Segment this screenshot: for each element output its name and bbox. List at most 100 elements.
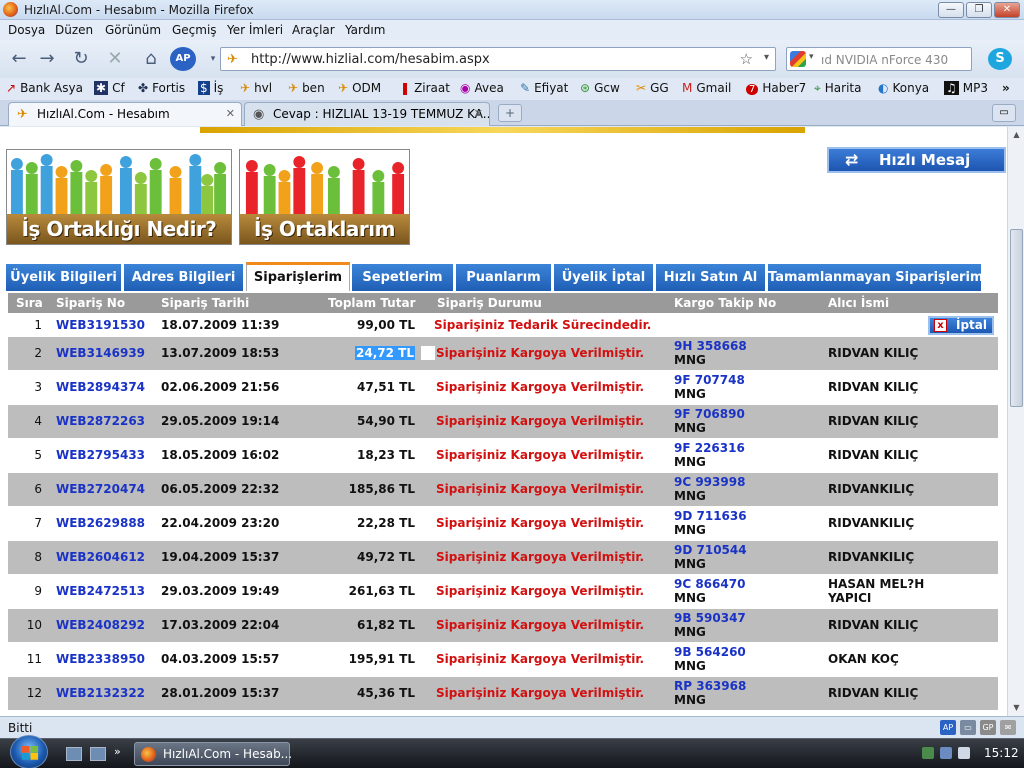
skype-icon[interactable]: S (988, 48, 1012, 70)
tab-puanlarim[interactable]: Puanlarım (456, 264, 552, 291)
bookmark-item[interactable]: $ İş (198, 81, 223, 95)
tracking-number-link[interactable]: 9C 866470 (674, 577, 745, 591)
tracking-number-link[interactable]: 9D 710544 (674, 543, 747, 557)
quicklaunch-overflow-icon[interactable]: » (114, 745, 121, 758)
menu-gorunum[interactable]: Görünüm (105, 23, 161, 37)
tab-siparislerim[interactable]: Siparişlerim (246, 262, 350, 291)
tab-cevap[interactable]: ◉ Cevap : HIZLIAL 13-19 TEMMUZ KA... ✕ (244, 102, 490, 126)
bookmark-item[interactable]: ✎ Efiyat (520, 81, 568, 95)
tracking-number-link[interactable]: 9B 590347 (674, 611, 746, 625)
bookmark-item[interactable]: ↗ Bank Asya (6, 81, 83, 95)
back-arrow-icon[interactable]: ← (6, 46, 32, 72)
bookmark-item[interactable]: ✈ ODM (338, 81, 381, 95)
close-window-button[interactable]: ✕ (994, 2, 1020, 18)
google-icon[interactable] (790, 51, 806, 67)
order-number-link[interactable]: WEB2872263 (56, 414, 145, 428)
url-text[interactable]: http://www.hizlial.com/hesabim.aspx (251, 52, 490, 67)
tracking-number-link[interactable]: RP 363968 (674, 679, 746, 693)
url-bar[interactable]: ✈ http://www.hizlial.com/hesabim.aspx ☆ … (220, 47, 776, 71)
stop-icon[interactable]: ✕ (102, 46, 128, 72)
menu-duzen[interactable]: Düzen (55, 23, 93, 37)
order-number-link[interactable]: WEB2408292 (56, 618, 145, 632)
bookmark-item[interactable]: ◐ Konya (878, 81, 929, 95)
order-number-link[interactable]: WEB2338950 (56, 652, 145, 666)
menu-gecmis[interactable]: Geçmiş (172, 23, 217, 37)
tab-tamamlanmayan-siparislerim[interactable]: Tamamlanmayan Siparişlerim (768, 264, 983, 291)
url-dropdown-icon[interactable]: ▾ (764, 52, 769, 63)
tab-close-icon[interactable]: ✕ (474, 107, 483, 120)
is-ortaklarim-banner[interactable]: İş Ortaklarım (239, 149, 410, 245)
menu-yer-imleri[interactable]: Yer İmleri (227, 23, 283, 37)
tab-close-icon[interactable]: ✕ (226, 107, 235, 120)
home-icon[interactable]: ⌂ (138, 46, 164, 72)
menu-araclar[interactable]: Araçlar (292, 23, 335, 37)
order-number-link[interactable]: WEB2132322 (56, 686, 145, 700)
order-number-link[interactable]: WEB2629888 (56, 516, 145, 530)
tab-uyelik-iptal[interactable]: Üyelik İptal (554, 264, 654, 291)
volume-icon[interactable] (958, 747, 970, 759)
tracking-number-link[interactable]: 9C 993998 (674, 475, 745, 489)
start-button[interactable] (10, 735, 48, 768)
tracking-number-link[interactable]: 9H 358668 (674, 339, 747, 353)
hizli-mesaj-button[interactable]: ⇄ Hızlı Mesaj (827, 147, 1006, 173)
bookmark-item[interactable]: ❚ Ziraat (400, 81, 450, 95)
bookmark-item[interactable]: 7 Haber7 (746, 81, 806, 95)
order-number-link[interactable]: WEB3191530 (56, 318, 145, 332)
search-engine-dropdown-icon[interactable]: ▾ (809, 52, 814, 62)
tracking-number-link[interactable]: 9F 706890 (674, 407, 745, 421)
switch-windows-icon[interactable] (90, 747, 106, 761)
maximize-button[interactable]: ❐ (966, 2, 992, 18)
tracking-number-link[interactable]: 9B 564260 (674, 645, 746, 659)
show-desktop-icon[interactable] (66, 747, 82, 761)
bookmark-item[interactable]: ◉ Avea (460, 81, 504, 95)
menu-yardim[interactable]: Yardım (345, 23, 385, 37)
mail-status-icon[interactable]: ✉ (1000, 720, 1016, 735)
addon-status-icon[interactable]: AP (940, 720, 956, 735)
forward-arrow-icon[interactable]: → (34, 46, 60, 72)
bookmark-item[interactable]: ♫ MP3 (944, 81, 988, 95)
tab-list-icon[interactable]: ▭ (992, 104, 1016, 122)
tab-hizli-satin-al[interactable]: Hızlı Satın Al (656, 264, 766, 291)
reload-icon[interactable]: ↻ (68, 46, 94, 72)
bookmarks-overflow-icon[interactable]: » (1002, 81, 1010, 95)
cancel-order-button[interactable]: x İptal (928, 316, 994, 335)
tab-adres-bilgileri[interactable]: Adres Bilgileri (124, 264, 244, 291)
order-number-link[interactable]: WEB2720474 (56, 482, 145, 496)
minimize-button[interactable]: — (938, 2, 964, 18)
bookmark-item[interactable]: ⊛ Gcw (580, 81, 620, 95)
search-input[interactable]: ıd NVIDIA nForce 430 (821, 53, 948, 67)
bookmark-item[interactable]: ✱ Cf (94, 81, 125, 95)
new-tab-icon[interactable]: + (498, 104, 522, 122)
tab-uyelik-bilgileri[interactable]: Üyelik Bilgileri (6, 264, 122, 291)
bookmark-item[interactable]: ✤ Fortis (138, 81, 185, 95)
tracking-number-link[interactable]: 9F 707748 (674, 373, 745, 387)
search-bar[interactable]: ▾ ıd NVIDIA nForce 430 (786, 47, 972, 71)
order-number-link[interactable]: WEB2894374 (56, 380, 145, 394)
bookmark-item[interactable]: ⌖ Harita (814, 81, 861, 96)
gp-status-icon[interactable]: GP (980, 720, 996, 735)
scroll-up-arrow-icon[interactable]: ▲ (1009, 127, 1024, 143)
network-icon[interactable] (940, 747, 952, 759)
scroll-down-arrow-icon[interactable]: ▼ (1009, 700, 1024, 716)
tray-app-icon[interactable] (922, 747, 934, 759)
bookmark-item[interactable]: M Gmail (682, 81, 731, 95)
order-number-link[interactable]: WEB2604612 (56, 550, 145, 564)
menu-dosya[interactable]: Dosya (8, 23, 45, 37)
scrollbar-thumb[interactable] (1010, 229, 1023, 407)
tracking-number-link[interactable]: 9D 711636 (674, 509, 747, 523)
tab-hesabim[interactable]: ✈ HızlıAl.Com - Hesabım ✕ (8, 102, 242, 126)
bookmark-item[interactable]: ✈ hvl (240, 81, 272, 95)
taskbar-clock[interactable]: 15:12 (984, 746, 1019, 760)
addon-ap-icon[interactable]: AP (170, 47, 196, 71)
bookmark-item[interactable]: ✂ GG (636, 81, 669, 95)
order-number-link[interactable]: WEB2472513 (56, 584, 145, 598)
tracking-number-link[interactable]: 9F 226316 (674, 441, 745, 455)
is-ortakligi-banner[interactable]: İş Ortaklığı Nedir? (6, 149, 232, 245)
vertical-scrollbar[interactable]: ▲ ▼ (1007, 127, 1024, 716)
tab-sepetlerim[interactable]: Sepetlerim (352, 264, 454, 291)
bookmark-item[interactable]: ✈ ben (288, 81, 325, 95)
taskbar-firefox-item[interactable]: HızlıAl.Com - Hesab... (134, 742, 292, 766)
order-number-link[interactable]: WEB3146939 (56, 346, 145, 360)
bookmark-star-icon[interactable]: ☆ (740, 50, 753, 68)
order-number-link[interactable]: WEB2795433 (56, 448, 145, 462)
